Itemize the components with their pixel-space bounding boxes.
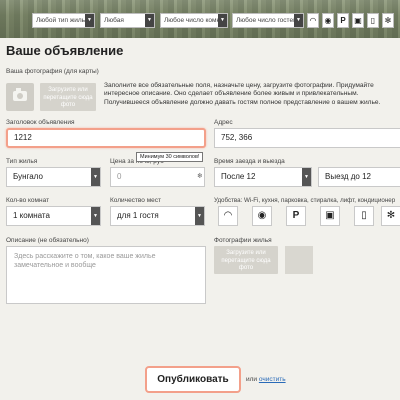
washer-icon[interactable]: ▣ xyxy=(352,13,364,28)
guests-filter-label: Любое число гостей xyxy=(236,17,297,24)
ac-icon[interactable]: ✻ xyxy=(382,13,394,28)
or-text: или xyxy=(246,376,258,383)
housing-type-filter-label: Любой тип жилья xyxy=(36,17,89,24)
clear-link[interactable]: очистить xyxy=(259,376,286,383)
chevron-down-icon: ▼ xyxy=(145,14,154,27)
fridge-icon[interactable]: ▯ xyxy=(354,206,374,226)
address-input[interactable]: 752, 366 xyxy=(214,128,400,148)
housing-type-label: Тип жилья xyxy=(6,158,38,165)
amenities-label: Удобства: Wi-Fi, кухня, парковка, стирал… xyxy=(214,197,396,204)
parking-icon[interactable]: P xyxy=(337,13,349,28)
ac-icon[interactable]: ✻ xyxy=(381,206,400,226)
price-input[interactable]: 0 xyxy=(110,167,205,187)
description-label: Описание (не обязательно) xyxy=(6,237,89,244)
wifi-icon[interactable]: ◠ xyxy=(307,13,319,28)
guests-label: Количество мест xyxy=(110,197,162,204)
rooms-label: Кол-во комнат xyxy=(6,197,50,204)
rooms-select[interactable]: 1 комната ▼ xyxy=(6,206,101,226)
any-filter-label: Любая xyxy=(104,17,124,24)
publish-button[interactable]: Опубликовать xyxy=(145,366,241,393)
chevron-down-icon: ▼ xyxy=(195,207,204,225)
rooms-filter[interactable]: Любое число комнат ▼ xyxy=(160,13,228,28)
description-textarea[interactable]: Здесь расскажите о том, какое ваше жилье… xyxy=(6,246,206,304)
chevron-down-icon: ▼ xyxy=(91,168,100,186)
washer-icon[interactable]: ▣ xyxy=(320,206,340,226)
checkout-value: Выезд до 12 xyxy=(325,172,371,181)
guests-value: для 1 гостя xyxy=(117,211,159,220)
camera-icon xyxy=(13,88,27,101)
dining-icon[interactable]: ◉ xyxy=(322,13,334,28)
chevron-down-icon: ▼ xyxy=(85,14,94,27)
filter-bar: Любой тип жилья ▼ Любая ▼ Любое число ко… xyxy=(0,0,400,38)
housing-type-select[interactable]: Бунгало ▼ xyxy=(6,167,101,187)
photo-placeholder xyxy=(285,246,313,274)
housing-photo-upload-button[interactable]: Загрузите или перетащите сюда фото xyxy=(214,246,278,274)
checkin-label: Время заезда и выезда xyxy=(214,158,285,165)
chevron-down-icon: ▼ xyxy=(218,14,227,27)
rooms-value: 1 комната xyxy=(13,211,50,220)
wifi-icon[interactable]: ◠ xyxy=(218,206,238,226)
avatar-placeholder xyxy=(6,83,34,111)
clear-row: или очистить xyxy=(246,376,286,383)
checkin-value: После 12 xyxy=(221,172,256,181)
checkout-select[interactable]: Выезд до 12 xyxy=(318,167,400,187)
address-label: Адрес xyxy=(214,119,233,126)
housing-type-filter[interactable]: Любой тип жилья ▼ xyxy=(32,13,95,28)
housing-photos-label: Фотографии жилья xyxy=(214,237,272,244)
housing-type-value: Бунгало xyxy=(13,172,43,181)
fridge-icon[interactable]: ▯ xyxy=(367,13,379,28)
guests-select[interactable]: для 1 гостя ▼ xyxy=(110,206,205,226)
chevron-down-icon: ▼ xyxy=(91,207,100,225)
chevron-down-icon: ▼ xyxy=(294,14,303,27)
checkin-select[interactable]: После 12 ▼ xyxy=(214,167,312,187)
any-filter[interactable]: Любая ▼ xyxy=(100,13,155,28)
page-title: Ваше объявление xyxy=(6,43,124,58)
photo-label: Ваша фотография (для карты) xyxy=(6,68,99,75)
instructions-text: Заполните все обязательные поля, назначь… xyxy=(104,82,381,106)
listing-title-input[interactable]: 1212 xyxy=(6,128,206,148)
snowflake-icon: ❄ xyxy=(197,172,203,180)
listing-title-label: Заголовок объявления xyxy=(6,119,75,126)
dining-icon[interactable]: ◉ xyxy=(252,206,272,226)
chevron-down-icon: ▼ xyxy=(302,168,311,186)
validation-tooltip: Минимум 30 символов! xyxy=(136,152,204,162)
guests-filter[interactable]: Любое число гостей ▼ xyxy=(232,13,304,28)
parking-icon[interactable]: P xyxy=(286,206,306,226)
photo-upload-button[interactable]: Загрузите или перетащите сюда фото xyxy=(40,83,96,111)
